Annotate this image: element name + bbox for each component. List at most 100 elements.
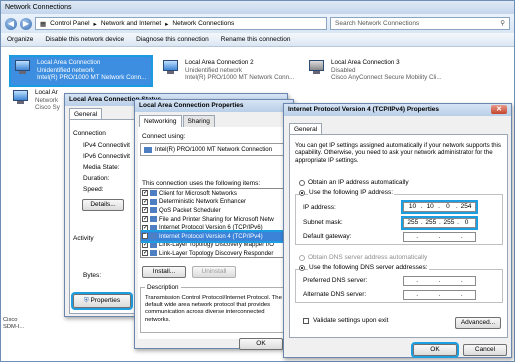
connection-name: Local Area Connection 3 [331, 59, 400, 66]
forward-icon[interactable]: ▶ [20, 17, 32, 30]
list-item[interactable]: ✓ Link-Layer Topology Discovery Responder [141, 249, 289, 257]
network-adapter-icon [161, 59, 181, 77]
use-following-ip-radio[interactable] [299, 190, 305, 196]
properties-dialog: Local Area Connection Properties Network… [134, 99, 294, 350]
checkbox[interactable]: ✓ [142, 190, 148, 197]
ipv4-connectivity-label: IPv4 Connectivit [83, 142, 130, 149]
properties-button[interactable]: ⛨ Properties [71, 292, 133, 310]
details-button[interactable]: Details... [82, 199, 124, 211]
connection-device: Intel(R) PRO/1000 MT Network Conn... [37, 74, 147, 82]
item-label: QoS Packet Scheduler [159, 206, 221, 214]
back-icon[interactable]: ◀ [5, 17, 17, 30]
preferred-dns-label: Preferred DNS server: [303, 277, 368, 284]
adapter-box: Intel(R) PRO/1000 MT Network Connection [140, 143, 290, 156]
protocol-icon [150, 241, 157, 248]
shield-icon: ⛨ [83, 297, 89, 304]
ip-address-field[interactable]: 10. 10. 0. 254 [401, 200, 478, 214]
connection-item-local-area-3[interactable]: Local Area Connection 3 Disabled Cisco A… [307, 59, 512, 85]
list-item[interactable]: ✓ File and Printer Sharing for Microsoft … [141, 215, 289, 224]
protocol-icon [150, 224, 157, 231]
list-item[interactable]: ✓ Deterministic Network Enhancer [141, 198, 289, 207]
item-label: Link-Layer Topology Discovery Mapper I/O [159, 241, 275, 249]
list-item[interactable]: ✓ Client for Microsoft Networks [141, 189, 289, 198]
obtain-dns-auto-label: Obtain DNS server address automatically [308, 254, 428, 261]
breadcrumb[interactable]: ▦ Control Panel ▸ Network and Internet ▸… [35, 17, 327, 30]
list-item[interactable]: ✓ QoS Packet Scheduler [141, 206, 289, 215]
checkbox[interactable]: ✓ [142, 216, 148, 223]
breadcrumb-network-connections[interactable]: Network Connections [172, 20, 234, 27]
list-item-ipv4[interactable]: ✓ Internet Protocol Version 4 (TCP/IPv4) [141, 230, 289, 243]
toolbar: Organize Disable this network device Dia… [1, 33, 514, 47]
default-gateway-label: Default gateway: [303, 233, 352, 240]
validate-checkbox[interactable] [303, 318, 309, 324]
checkbox[interactable]: ✓ [142, 224, 148, 231]
item-label: Internet Protocol Version 6 (TCP/IPv6) [159, 224, 263, 232]
network-adapter-icon [13, 59, 33, 77]
item-label: File and Printer Sharing for Microsoft N… [159, 215, 274, 223]
subnet-mask-field[interactable]: 255. 255. 255. 0 [401, 216, 478, 230]
alternate-dns-field[interactable]: ... [403, 290, 476, 300]
tab-sharing[interactable]: Sharing [182, 115, 215, 127]
connection-status: Unidentified network [185, 66, 243, 74]
connection-name: Local Area Connection [37, 59, 101, 66]
bottom-left-item[interactable]: Cisco SDM-I... [3, 317, 24, 330]
connection-status: Disabled [331, 66, 356, 74]
checkbox[interactable]: ✓ [142, 233, 148, 240]
ipv4-dialog-title-text: Internet Protocol Version 4 (TCP/IPv4) P… [288, 106, 439, 113]
items-list[interactable]: ✓ Client for Microsoft Networks ✓ Determin… [140, 188, 290, 258]
advanced-button[interactable]: Advanced... [455, 317, 501, 329]
install-button[interactable]: Install... [142, 266, 186, 278]
disable-device-button[interactable]: Disable this network device [45, 36, 124, 43]
properties-dialog-title: Local Area Connection Properties [135, 100, 293, 112]
default-gateway-field[interactable]: ... [403, 232, 476, 242]
checkbox[interactable]: ✓ [142, 241, 148, 248]
connection-item-local-area-2[interactable]: Local Area Connection 2 Unidentified net… [161, 59, 296, 85]
checkbox[interactable]: ✓ [142, 207, 148, 214]
search-icon: ⚲ [500, 20, 505, 27]
status-panel: Connection IPv4 Connectivit IPv6 Connect… [69, 119, 139, 314]
connect-using-label: Connect using: [142, 133, 186, 140]
media-state-label: Media State: [83, 164, 120, 171]
item-label: Internet Protocol Version 4 (TCP/IPv4) [159, 232, 263, 240]
connection-device: Cisco Sy [35, 104, 60, 112]
item-label: Link-Layer Topology Discovery Responder [159, 249, 274, 257]
adapter-name: Intel(R) PRO/1000 MT Network Connection [155, 146, 273, 153]
props-ok-button[interactable]: OK [239, 338, 283, 350]
protocol-icon [150, 233, 157, 240]
checkbox[interactable]: ✓ [142, 198, 148, 205]
folder-icon: ▦ [40, 20, 47, 28]
connection-item-local-area[interactable]: Local Area Connection Unidentified netwo… [9, 55, 153, 87]
list-item[interactable]: ✓ Internet Protocol Version 6 (TCP/IPv6) [141, 223, 289, 232]
search-input[interactable]: Search Network Connections ⚲ [330, 17, 510, 30]
obtain-ip-auto-label: Obtain an IP address automatically [308, 179, 409, 186]
chevron-right-icon: ▸ [93, 20, 97, 28]
tab-networking[interactable]: Networking [139, 115, 182, 127]
obtain-ip-auto-radio[interactable] [299, 180, 305, 186]
properties-button-label: Properties [90, 297, 121, 304]
rename-button[interactable]: Rename this connection [221, 36, 291, 43]
preferred-dns-field[interactable]: ... [403, 276, 476, 286]
uninstall-button[interactable]: Uninstall [192, 266, 236, 278]
use-following-dns-label: Use the following DNS server addresses: [308, 264, 429, 272]
ipv4-dialog-title: Internet Protocol Version 4 (TCP/IPv4) P… [284, 104, 511, 116]
list-item[interactable]: ✓ Link-Layer Topology Discovery Mapper I/… [141, 241, 289, 250]
ipv4-ok-button[interactable]: OK [411, 342, 459, 358]
ip-octet-1: 10 [408, 203, 417, 210]
organize-menu[interactable]: Organize [7, 36, 33, 43]
use-following-dns-radio[interactable] [299, 265, 305, 271]
items-label: This connection uses the following items… [142, 180, 261, 187]
checkbox[interactable]: ✓ [142, 250, 148, 257]
connection-item-local-area-4[interactable]: Local Ar Network Cisco Sy [11, 89, 63, 115]
diagnose-button[interactable]: Diagnose this connection [136, 36, 209, 43]
breadcrumb-control-panel[interactable]: Control Panel [50, 20, 89, 27]
network-adapter-icon [307, 59, 327, 77]
obtain-dns-auto-radio[interactable] [299, 255, 305, 261]
close-icon[interactable]: ✕ [491, 105, 507, 114]
mask-octet-2: 255 [425, 219, 437, 226]
ip-octet-4: 254 [460, 203, 472, 210]
ip-octet-3: 0 [446, 203, 450, 210]
validate-label: Validate settings upon exit [313, 317, 389, 324]
ipv4-cancel-button[interactable]: Cancel [463, 344, 507, 356]
breadcrumb-network-internet[interactable]: Network and Internet [101, 20, 161, 27]
intro-text: You can get IP settings assigned automat… [295, 142, 502, 164]
